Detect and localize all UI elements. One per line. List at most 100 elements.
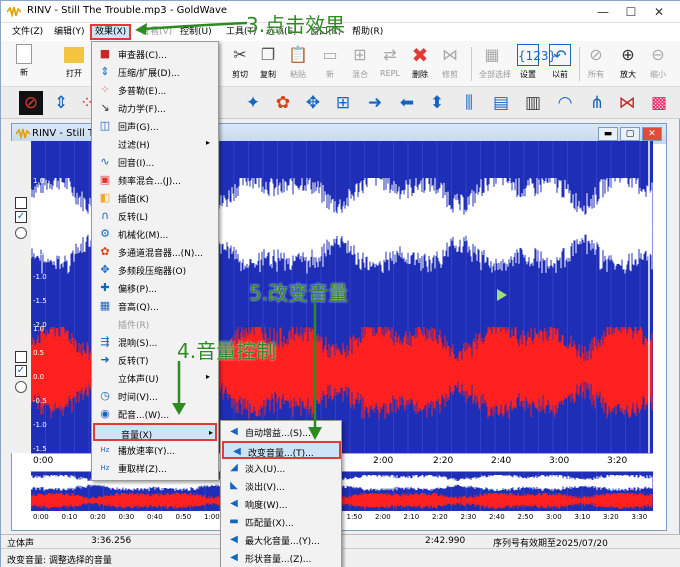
volume-menu-item[interactable]: ◀ 响度(W)... (221, 495, 341, 513)
overview-time-label: 1:00 (204, 513, 220, 521)
back-arrow-icon[interactable]: ⬅ (395, 91, 419, 115)
arch-fx-icon[interactable]: ◠ (553, 91, 577, 115)
replace-button[interactable]: ⇄ REPL (377, 43, 403, 85)
volume-menu-label: 形状音量...(Z)... (245, 555, 312, 565)
effects-menu-label: 多通道混音器...(N)... (118, 249, 203, 259)
mixer-icon[interactable]: ✿ (271, 91, 295, 115)
doc-maximize-button[interactable]: ▢ (620, 127, 640, 141)
amplitude-label: -1.5 (33, 445, 47, 453)
hint-text: 改变音量: 调整选择的音量 (7, 556, 112, 566)
close-button[interactable]: ✕ (647, 3, 671, 21)
effects-menu-item[interactable]: ■ 审查器(C)... (92, 45, 218, 63)
spectrum-fx-icon[interactable]: ▩ (647, 91, 671, 115)
shape-icon[interactable]: ✦ (241, 91, 265, 115)
volume-menu-item[interactable]: ◣ 淡出(V)... (221, 477, 341, 495)
overview-time-label: 0:40 (147, 513, 163, 521)
previous-button[interactable]: ↶ 以前 (547, 43, 573, 85)
open-button[interactable]: 打开 (61, 43, 87, 85)
freq-mix-icon: ▣ (99, 173, 111, 186)
effects-menu-item[interactable]: 过滤(H) ▸ (92, 135, 218, 153)
toolbar-separator (579, 47, 580, 81)
new-button[interactable]: 新 (11, 43, 37, 85)
copy-icon: ❐ (260, 45, 276, 64)
volume-menu-item[interactable]: ◀ 最大化音量...(Y)... (221, 531, 341, 549)
effects-menu-item[interactable]: ↘ 动力学(F)... (92, 99, 218, 117)
doc-minimize-button[interactable]: ▬ (598, 127, 618, 141)
set-button[interactable]: {123} 设置 (515, 43, 556, 85)
effects-menu-item[interactable]: ✚ 偏移(P)... (92, 279, 218, 297)
doc-close-button[interactable]: ✕ (642, 127, 662, 141)
top-channel-checkbox[interactable] (15, 197, 27, 209)
effects-menu-item[interactable]: ⁘ 多普勒(E)... (92, 81, 218, 99)
split-fx-icon[interactable]: ⋔ (585, 91, 609, 115)
select-all-button[interactable]: ▦ 全部选择 (479, 43, 511, 85)
overview-time-label: 3:30 (631, 513, 648, 521)
volume-menu-item[interactable]: ◀ 形状音量...(Z)... (221, 549, 341, 567)
effects-menu-item[interactable]: ▦ 音高(Q)... (92, 297, 218, 315)
menu-effects[interactable]: 效果(X) (90, 24, 132, 40)
bottom-channel-check-icon[interactable]: ✓ (15, 365, 27, 377)
volume-fx-icon[interactable]: ▤ (489, 91, 513, 115)
effects-menu-item[interactable]: ◫ 回声(G)... (92, 117, 218, 135)
effects-menu-label: 时间(V)... (118, 393, 158, 403)
playback-rate-icon: Hz (100, 446, 110, 454)
maximize-button[interactable]: ☐ (619, 3, 643, 21)
fade-fx-icon[interactable]: ⋈ (615, 91, 639, 115)
top-channel-check-icon[interactable]: ✓ (15, 211, 27, 223)
volume-menu-item[interactable]: ◢ 淡入(U)... (221, 459, 341, 477)
effects-menu-item[interactable]: ∩ 反转(L) (92, 207, 218, 225)
effects-menu-label: 回声(G)... (118, 123, 159, 133)
position-status: 2:42.990 (425, 536, 466, 546)
stop-effect-icon[interactable]: ⊘ (19, 91, 43, 115)
effects-menu-item[interactable]: ∿ 回音(I)... (92, 153, 218, 171)
effects-menu-item[interactable]: ✥ 多频段压缩器(O) (92, 261, 218, 279)
stereo-fx-icon[interactable]: ⬍ (425, 91, 449, 115)
volume-menu-label: 淡出(V)... (245, 483, 285, 493)
volume-submenu: ◀ 自动增益...(S)... ◀ 改变音量...(T)... ◢ 淡入(U)... ◣ 淡出… (220, 420, 342, 567)
invert-icon: ∩ (100, 209, 110, 222)
delete-button[interactable]: ✖ 删除 (407, 43, 433, 85)
effects-menu-item[interactable]: ⚙ 机械化(M)... (92, 225, 218, 243)
menu-file[interactable]: 文件(Z) (9, 25, 46, 39)
mix-button[interactable]: ⊞ 混合 (347, 43, 373, 85)
paste-button[interactable]: 📋 粘贴 (285, 43, 311, 85)
expand-arrows-icon[interactable]: ⇕ (49, 91, 73, 115)
volume-menu-item[interactable]: ▬ 匹配量(X)... (221, 513, 341, 531)
effects-menu-item[interactable]: Hz 播放速率(Y)... (92, 441, 218, 459)
amplitude-label: 0.0 (33, 225, 44, 233)
top-channel-radio[interactable] (15, 227, 27, 239)
zoom-out-button[interactable]: ⊖ 缩小 (645, 43, 671, 85)
reverse-fx-icon[interactable]: ➜ (363, 91, 387, 115)
effects-menu-item[interactable]: Hz 重取样(Z)... (92, 459, 218, 477)
amplitude-label: 0.0 (33, 373, 44, 381)
bars-fx-icon[interactable]: ▥ (521, 91, 545, 115)
effects-menu-item[interactable]: ✿ 多通道混音器...(N)... (92, 243, 218, 261)
effects-menu-item[interactable]: ◉ 配音...(W)... (92, 405, 218, 423)
play-marker-icon[interactable] (497, 289, 507, 301)
effects-menu-item[interactable]: ⇕ 压缩/扩展(D)... (92, 63, 218, 81)
volume-menu-item[interactable]: ◀ 改变音量...(T)... (222, 441, 341, 459)
set-icon: {123} (517, 44, 556, 66)
offset-fx-icon[interactable]: ⊞ (331, 91, 355, 115)
bottom-channel-radio[interactable] (15, 381, 27, 393)
effects-menu-item[interactable]: 音量(X) ▸ (93, 423, 217, 441)
effects-menu-item[interactable]: ◷ 时间(V)... (92, 387, 218, 405)
cut-button[interactable]: ✂ 剪切 (227, 43, 253, 85)
effects-menu-item[interactable]: ◧ 插值(K) (92, 189, 218, 207)
zoom-in-button[interactable]: ⊕ 放大 (615, 43, 641, 85)
multiband-fx-icon[interactable]: ✥ (301, 91, 325, 115)
trim-button[interactable]: ⋈ 修剪 (437, 43, 463, 85)
effects-menu-item[interactable]: 立体声(U) ▸ (92, 369, 218, 387)
zoom-all-button[interactable]: ⊘ 所有 (583, 43, 609, 85)
copy-button[interactable]: ❐ 复制 (255, 43, 281, 85)
bottom-channel-checkbox[interactable] (15, 351, 27, 363)
volume-menu-item[interactable]: ◀ 自动增益...(S)... (221, 423, 341, 441)
overview-time-label: 0:50 (175, 513, 192, 521)
effects-menu-item[interactable]: ▣ 频率混合...(J)... (92, 171, 218, 189)
menu-help[interactable]: 帮助(R) (349, 25, 386, 39)
minimize-button[interactable]: — (591, 3, 615, 21)
effects-menu-label: 混响(S)... (118, 339, 158, 349)
menu-edit[interactable]: 编辑(Y) (51, 25, 88, 39)
paste-new-button[interactable]: ▭ 新 (317, 43, 343, 85)
eq-fx-icon[interactable]: ⫼ (457, 91, 481, 115)
